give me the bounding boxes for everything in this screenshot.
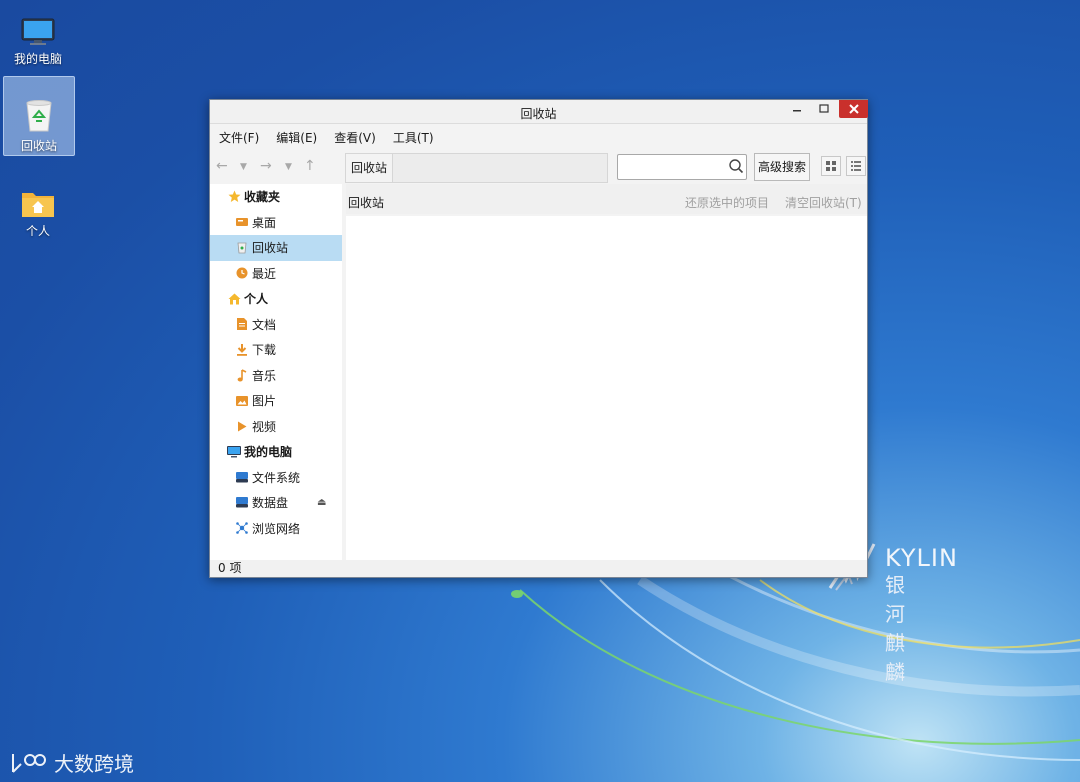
window-title: 回收站 — [520, 107, 557, 121]
desktop-icon-label: 回收站 — [20, 139, 57, 153]
breadcrumb[interactable]: 回收站 — [346, 154, 394, 182]
drive-icon — [235, 496, 249, 510]
star-icon — [227, 190, 241, 204]
menu-edit[interactable]: 编辑(E) — [276, 129, 317, 146]
desktop-icon-trash[interactable]: 回收站 — [3, 76, 75, 156]
up-arrow-icon[interactable]: ↑ — [304, 158, 316, 174]
close-icon — [848, 104, 859, 114]
sidebar-item-label: 视频 — [252, 419, 277, 434]
sidebar: 收藏夹 桌面 回收站 最近 个人 文档 下载 音乐 图片 视频 我的电脑 文件系… — [210, 184, 342, 561]
sidebar-item-label: 文件系统 — [252, 470, 301, 485]
search-icon[interactable] — [728, 158, 744, 174]
sidebar-item-label: 桌面 — [252, 215, 277, 230]
menu-tools[interactable]: 工具(T) — [393, 129, 434, 146]
sidebar-item-documents[interactable]: 文档 — [210, 312, 342, 338]
sidebar-header-label: 收藏夹 — [244, 190, 281, 205]
desktop-icon-label: 我的电脑 — [13, 52, 62, 66]
sidebar-item-recent[interactable]: 最近 — [210, 261, 342, 287]
sidebar-header-label: 个人 — [244, 292, 269, 307]
maximize-button[interactable] — [811, 100, 837, 118]
file-manager-window: 回收站 文件(F) 编辑(E) 查看(V) 工具(T) ← ▼ → ▼ ↑ 回收… — [209, 99, 868, 578]
minimize-icon — [793, 110, 801, 112]
watermark: 大数跨境 — [10, 748, 134, 777]
status-bar: 0 项 — [210, 560, 867, 577]
sidebar-header-label: 我的电脑 — [244, 445, 293, 460]
recycle-bin-icon — [26, 100, 52, 132]
drive-icon — [235, 470, 249, 484]
sidebar-header-favorites[interactable]: 收藏夹 — [210, 184, 342, 210]
desktop-icon-home[interactable]: 个人 — [2, 184, 74, 239]
icon-view-button[interactable] — [821, 156, 841, 176]
music-note-icon — [235, 368, 249, 382]
minimize-button[interactable] — [784, 100, 810, 118]
sidebar-item-desktop[interactable]: 桌面 — [210, 210, 342, 236]
download-icon — [235, 343, 249, 357]
location-label: 回收站 — [348, 196, 385, 210]
menu-file[interactable]: 文件(F) — [219, 129, 259, 146]
computer-icon — [227, 445, 241, 459]
restore-selected-button[interactable]: 还原选中的项目 — [685, 194, 769, 211]
sidebar-item-network[interactable]: 浏览网络 — [210, 516, 342, 542]
file-pane-header: 回收站 还原选中的项目 清空回收站(T) — [346, 184, 867, 214]
network-icon — [235, 521, 249, 535]
forward-arrow-icon[interactable]: → — [260, 158, 272, 174]
file-list-area[interactable] — [346, 216, 867, 561]
sidebar-item-downloads[interactable]: 下载 — [210, 337, 342, 363]
advanced-search-button[interactable]: 高级搜索 — [754, 153, 810, 181]
picture-icon — [235, 394, 249, 408]
sidebar-item-label: 最近 — [252, 266, 277, 281]
watermark-logo-icon — [12, 753, 46, 773]
sidebar-item-label: 图片 — [252, 394, 277, 409]
item-count: 0 项 — [218, 561, 242, 575]
search-input[interactable] — [617, 154, 747, 180]
sidebar-item-music[interactable]: 音乐 — [210, 363, 342, 389]
sidebar-item-trash[interactable]: 回收站 — [210, 235, 342, 261]
sidebar-item-videos[interactable]: 视频 — [210, 414, 342, 440]
document-icon — [235, 317, 249, 331]
list-view-button[interactable] — [846, 156, 866, 176]
sidebar-item-label: 音乐 — [252, 368, 277, 383]
monitor-icon — [21, 18, 55, 45]
maximize-icon — [819, 104, 829, 113]
list-view-icon — [851, 161, 861, 171]
back-dropdown-icon[interactable]: ▼ — [240, 162, 247, 172]
sidebar-item-label: 下载 — [252, 343, 277, 358]
eject-icon[interactable]: ⏏ — [317, 497, 326, 508]
close-button[interactable] — [839, 100, 868, 118]
watermark-text: 大数跨境 — [54, 752, 134, 776]
menu-view[interactable]: 查看(V) — [334, 129, 376, 146]
empty-trash-button[interactable]: 清空回收站(T) — [785, 194, 862, 211]
toolbar: ← ▼ → ▼ ↑ 回收站 高级搜索 — [210, 150, 867, 183]
desktop-icon-label: 个人 — [25, 224, 50, 238]
desktop-icon — [235, 215, 249, 229]
home-folder-icon — [22, 193, 54, 217]
sidebar-item-label: 数据盘 — [252, 496, 289, 511]
grid-view-icon — [826, 161, 836, 171]
title-bar[interactable]: 回收站 — [210, 100, 868, 124]
home-icon — [227, 292, 241, 306]
trash-icon — [235, 241, 249, 255]
file-pane: 回收站 还原选中的项目 清空回收站(T) — [346, 184, 867, 561]
sidebar-item-label: 浏览网络 — [252, 521, 301, 536]
sidebar-item-pictures[interactable]: 图片 — [210, 388, 342, 414]
video-play-icon — [235, 419, 249, 433]
sidebar-item-label: 文档 — [252, 317, 277, 332]
sidebar-header-personal[interactable]: 个人 — [210, 286, 342, 312]
brand-en: KYLIN — [885, 544, 958, 572]
sidebar-item-label: 回收站 — [252, 241, 289, 256]
address-bar[interactable]: 回收站 — [345, 153, 608, 183]
clock-icon — [235, 266, 249, 280]
desktop-icon-computer[interactable]: 我的电脑 — [2, 14, 74, 67]
sidebar-item-datadisk[interactable]: 数据盘 ⏏ — [210, 490, 342, 516]
sidebar-item-filesystem[interactable]: 文件系统 — [210, 465, 342, 491]
menu-bar: 文件(F) 编辑(E) 查看(V) 工具(T) — [210, 124, 867, 150]
brand-cn: 银河麒麟 — [885, 573, 906, 684]
back-arrow-icon[interactable]: ← — [216, 158, 228, 174]
sidebar-header-computer[interactable]: 我的电脑 — [210, 439, 342, 465]
forward-dropdown-icon[interactable]: ▼ — [285, 162, 292, 172]
